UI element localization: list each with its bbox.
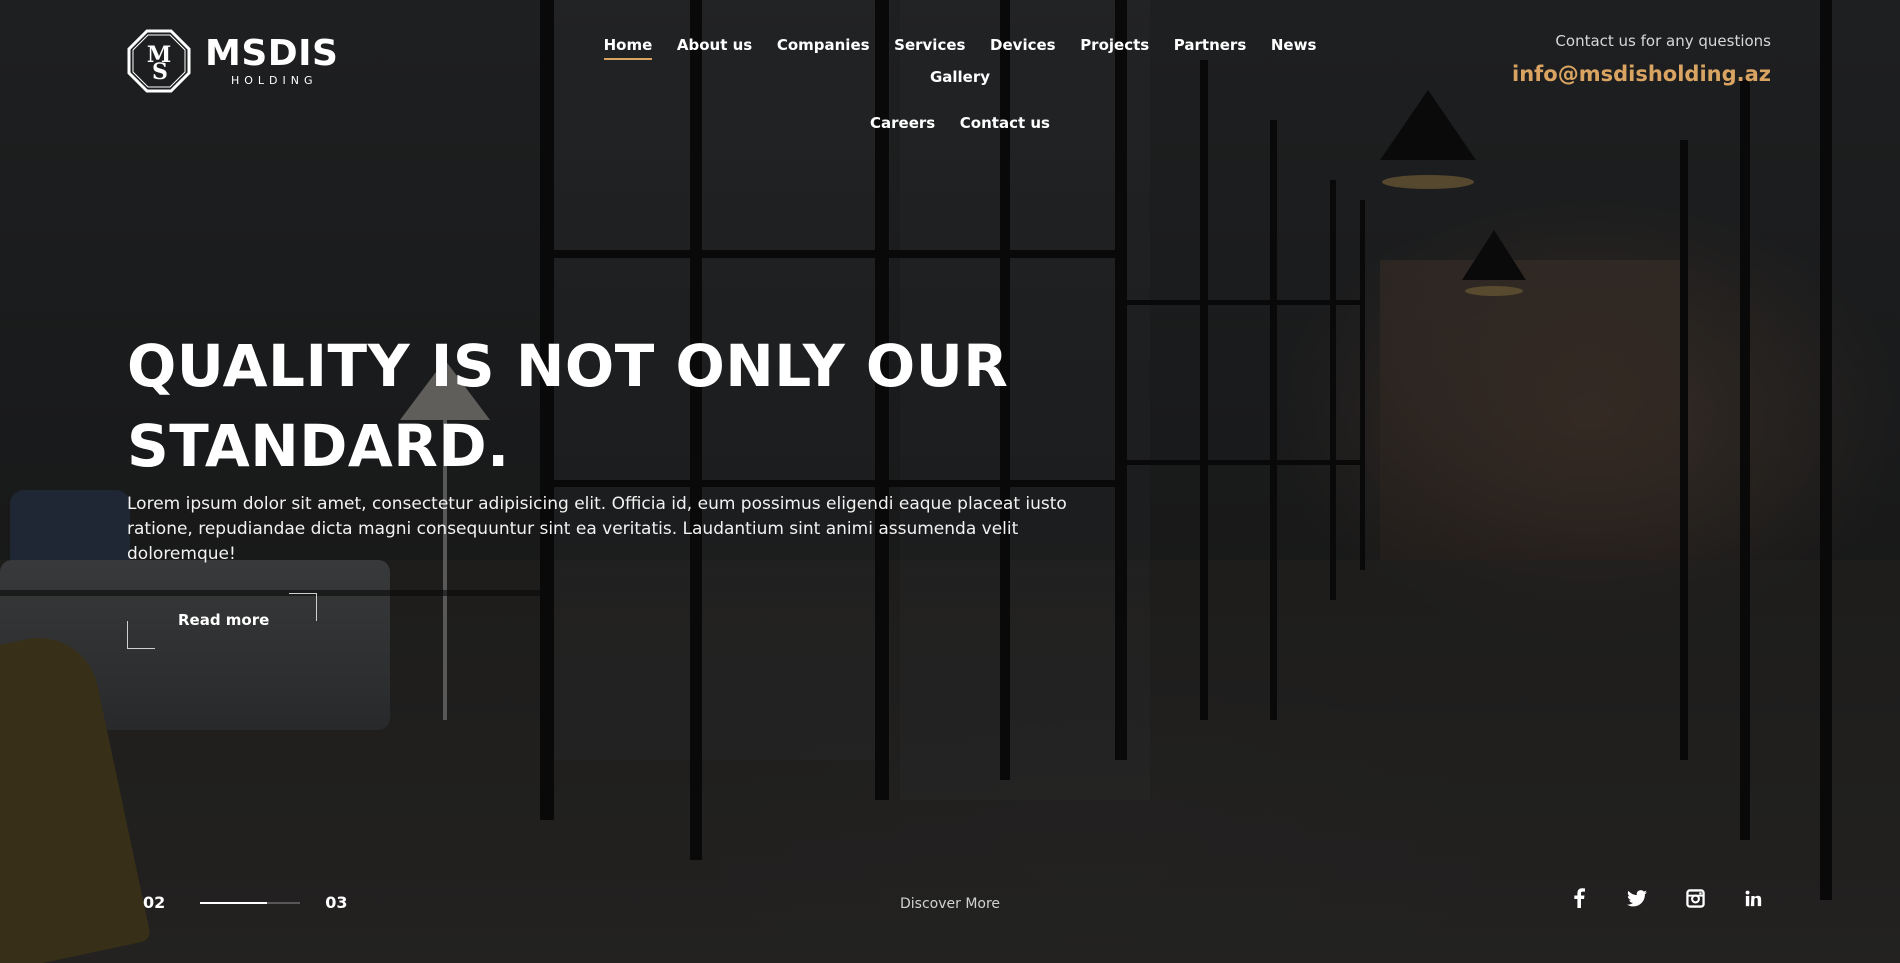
read-more-button[interactable]: Read more bbox=[127, 593, 317, 649]
slide-progress-fill bbox=[200, 901, 268, 904]
svg-text:S: S bbox=[152, 59, 168, 85]
nav-item-devices[interactable]: Devices bbox=[978, 36, 1068, 54]
nav-item-gallery[interactable]: Gallery bbox=[918, 68, 1003, 86]
brand-name: MSDIS bbox=[205, 32, 339, 74]
nav-item-home[interactable]: Home bbox=[591, 36, 664, 60]
hero-title-line-2: STANDARD. bbox=[127, 412, 510, 480]
nav-item-about-us[interactable]: About us bbox=[665, 36, 765, 54]
instagram-icon[interactable] bbox=[1685, 888, 1705, 908]
nav-item-contact-us[interactable]: Contact us bbox=[948, 114, 1063, 132]
facebook-icon[interactable] bbox=[1569, 888, 1589, 908]
hero-title-line-1: QUALITY IS NOT ONLY OUR bbox=[127, 332, 1009, 400]
main-navigation: Home About us Companies Services Devices… bbox=[565, 36, 1355, 132]
nav-item-news[interactable]: News bbox=[1259, 36, 1329, 54]
button-corner-decoration bbox=[127, 621, 155, 649]
header-contact: Contact us for any questions info@msdish… bbox=[1512, 32, 1771, 86]
social-links bbox=[1569, 888, 1763, 908]
discover-more-link[interactable]: Discover More bbox=[900, 896, 1000, 912]
twitter-icon[interactable] bbox=[1627, 888, 1647, 908]
logo-emblem-icon: M S bbox=[127, 29, 191, 93]
slide-counter: 02 03 bbox=[143, 893, 348, 912]
nav-item-careers[interactable]: Careers bbox=[858, 114, 948, 132]
linkedin-icon[interactable] bbox=[1743, 888, 1763, 908]
site-logo[interactable]: M S MSDIS HOLDING bbox=[127, 29, 338, 93]
slide-total: 03 bbox=[325, 893, 348, 912]
button-corner-decoration bbox=[289, 593, 317, 621]
read-more-label: Read more bbox=[178, 611, 270, 629]
nav-item-projects[interactable]: Projects bbox=[1068, 36, 1162, 54]
nav-item-partners[interactable]: Partners bbox=[1162, 36, 1259, 54]
contact-email-link[interactable]: info@msdisholding.az bbox=[1512, 62, 1771, 86]
nav-item-companies[interactable]: Companies bbox=[765, 36, 882, 54]
hero-description: Lorem ipsum dolor sit amet, consectetur … bbox=[127, 494, 1067, 564]
brand-subtitle: HOLDING bbox=[230, 73, 318, 87]
hero-title: QUALITY IS NOT ONLY OUR STANDARD. bbox=[127, 326, 1027, 486]
contact-label: Contact us for any questions bbox=[1555, 32, 1771, 50]
slide-progress-bar bbox=[200, 901, 301, 904]
slide-current: 02 bbox=[143, 893, 166, 912]
nav-item-services[interactable]: Services bbox=[882, 36, 978, 54]
